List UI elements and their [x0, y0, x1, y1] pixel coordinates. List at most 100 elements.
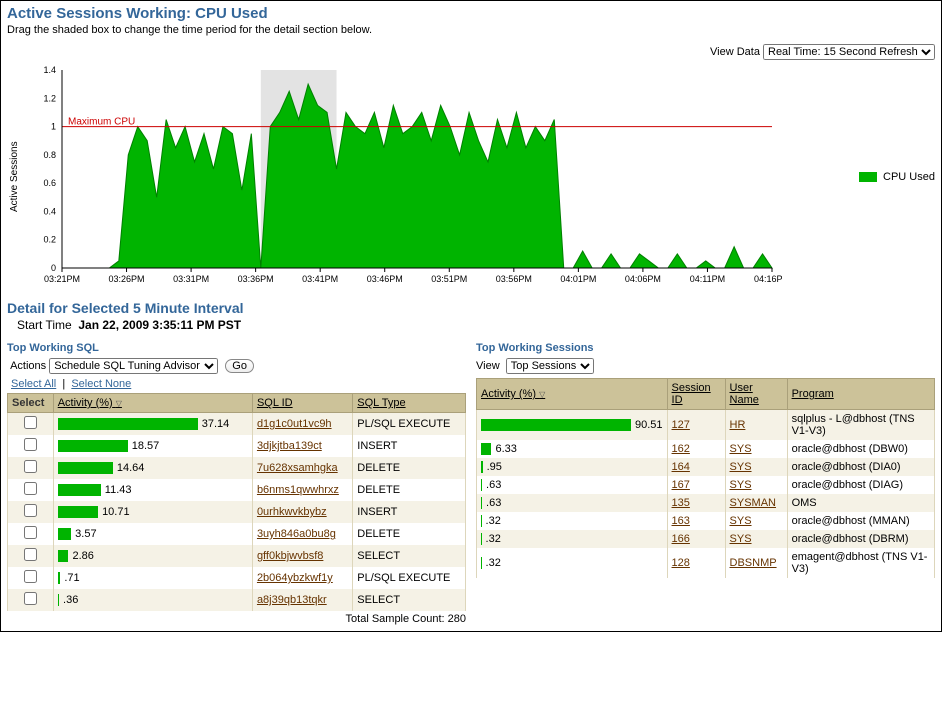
user-name-link[interactable]: SYS: [730, 533, 752, 545]
sql-type: INSERT: [353, 435, 466, 457]
table-row: .63135SYSMANOMS: [477, 494, 935, 512]
row-select-checkbox[interactable]: [24, 482, 37, 495]
row-select-checkbox[interactable]: [24, 460, 37, 473]
view-data-label: View Data: [710, 46, 760, 58]
actions-select[interactable]: Schedule SQL Tuning Advisor: [49, 358, 218, 374]
session-id-link[interactable]: 128: [672, 557, 690, 569]
session-id-link[interactable]: 163: [672, 515, 690, 527]
session-id-link[interactable]: 167: [672, 479, 690, 491]
total-sample-count: Total Sample Count: 280: [7, 613, 466, 625]
col-program[interactable]: Program: [787, 379, 934, 410]
program-name: oracle@dbhost (MMAN): [787, 512, 934, 530]
table-row: .32 128 DBSNMP emagent@dbhost (TNS V1-V3): [477, 548, 935, 578]
sqlid-link[interactable]: gff0kbjwvbsf8: [257, 550, 323, 562]
select-none-link[interactable]: Select None: [71, 378, 131, 390]
sqlid-link[interactable]: b6nms1qwwhrxz: [257, 484, 339, 496]
sort-desc-icon: ▽: [539, 390, 545, 399]
go-button[interactable]: Go: [225, 359, 254, 373]
program-name: oracle@dbhost (DIA0): [787, 458, 934, 476]
sessions-view-select[interactable]: Top Sessions: [506, 358, 594, 374]
col-session-id[interactable]: Session ID: [667, 379, 725, 410]
table-row: 90.51127HRsqlplus - L@dbhost (TNS V1-V3): [477, 410, 935, 441]
yaxis-label: Active Sessions: [7, 62, 22, 292]
sqlid-link[interactable]: 7u628xsamhgka: [257, 462, 338, 474]
sql-type: SELECT: [353, 545, 466, 567]
row-select-checkbox[interactable]: [24, 548, 37, 561]
page-title: Active Sessions Working: CPU Used: [7, 5, 935, 22]
row-select-checkbox[interactable]: [24, 504, 37, 517]
col-sess-activity[interactable]: Activity (%) ▽: [477, 379, 668, 410]
session-id-link[interactable]: 164: [672, 461, 690, 473]
svg-text:03:41PM: 03:41PM: [302, 274, 338, 284]
active-sessions-chart[interactable]: 00.20.40.60.811.21.4Maximum CPU03:21PM03…: [22, 62, 782, 292]
row-select-checkbox[interactable]: [24, 570, 37, 583]
activity-bar: 2.86: [58, 550, 248, 562]
select-all-link[interactable]: Select All: [11, 378, 56, 390]
svg-text:0: 0: [51, 263, 56, 273]
user-name-link[interactable]: HR: [730, 419, 746, 431]
session-id-link[interactable]: 135: [672, 497, 690, 509]
table-row: 6.33162SYSoracle@dbhost (DBW0): [477, 440, 935, 458]
row-select-checkbox[interactable]: [24, 592, 37, 605]
svg-text:0.2: 0.2: [43, 235, 56, 245]
max-cpu-label: Maximum CPU: [68, 117, 135, 128]
user-name-link[interactable]: SYS: [730, 515, 752, 527]
user-name-link[interactable]: SYS: [730, 443, 752, 455]
table-row: .32 166 SYS oracle@dbhost (DBRM): [477, 530, 935, 548]
svg-text:0.4: 0.4: [43, 206, 56, 216]
svg-text:1.2: 1.2: [43, 93, 56, 103]
sqlid-link[interactable]: 0urhkwvkbybz: [257, 506, 327, 518]
program-name: sqlplus - L@dbhost (TNS V1-V3): [787, 410, 934, 441]
row-select-checkbox[interactable]: [24, 416, 37, 429]
activity-bar: .71: [58, 572, 248, 584]
svg-text:0.6: 0.6: [43, 178, 56, 188]
col-sqltype[interactable]: SQL Type: [353, 394, 466, 413]
sql-type: DELETE: [353, 457, 466, 479]
legend-label-cpu: CPU Used: [883, 171, 935, 183]
actions-label: Actions: [10, 360, 46, 372]
activity-bar: .63: [481, 497, 663, 509]
svg-text:03:21PM: 03:21PM: [44, 274, 80, 284]
svg-text:03:56PM: 03:56PM: [496, 274, 532, 284]
table-row: .32 163 SYS oracle@dbhost (MMAN): [477, 512, 935, 530]
activity-bar: .95: [481, 461, 663, 473]
user-name-link[interactable]: SYS: [730, 461, 752, 473]
activity-bar: 3.57: [58, 528, 248, 540]
program-name: emagent@dbhost (TNS V1-V3): [787, 548, 934, 578]
col-sqlid[interactable]: SQL ID: [252, 394, 352, 413]
col-activity[interactable]: Activity (%) ▽: [53, 394, 252, 413]
row-select-checkbox[interactable]: [24, 526, 37, 539]
session-id-link[interactable]: 162: [672, 443, 690, 455]
sort-desc-icon: ▽: [116, 399, 122, 408]
svg-text:03:36PM: 03:36PM: [238, 274, 274, 284]
table-row: .36a8j39qb13tqkrSELECT: [8, 589, 466, 611]
program-name: oracle@dbhost (DBRM): [787, 530, 934, 548]
user-name-link[interactable]: SYSMAN: [730, 497, 776, 509]
svg-text:03:46PM: 03:46PM: [367, 274, 403, 284]
session-id-link[interactable]: 166: [672, 533, 690, 545]
svg-text:0.8: 0.8: [43, 150, 56, 160]
row-select-checkbox[interactable]: [24, 438, 37, 451]
col-user-name[interactable]: User Name: [725, 379, 787, 410]
user-name-link[interactable]: SYS: [730, 479, 752, 491]
session-id-link[interactable]: 127: [672, 419, 690, 431]
area-cpu-used: [62, 84, 772, 268]
svg-text:04:06PM: 04:06PM: [625, 274, 661, 284]
sqlid-link[interactable]: d1g1c0ut1vc9h: [257, 418, 332, 430]
sqlid-link[interactable]: 3uyh846a0bu8g: [257, 528, 336, 540]
activity-bar: .32: [481, 533, 663, 545]
sqlid-link[interactable]: 3djkjtba139ct: [257, 440, 322, 452]
sqlid-link[interactable]: 2b064ybzkwf1y: [257, 572, 333, 584]
activity-bar: .32: [481, 515, 663, 527]
table-row: 14.647u628xsamhgkaDELETE: [8, 457, 466, 479]
table-row: 11.43b6nms1qwwhrxzDELETE: [8, 479, 466, 501]
svg-text:03:31PM: 03:31PM: [173, 274, 209, 284]
view-data-select[interactable]: Real Time: 15 Second Refresh: [763, 44, 935, 60]
sessions-view-label: View: [476, 360, 500, 372]
activity-bar: .32: [481, 557, 663, 569]
user-name-link[interactable]: DBSNMP: [730, 557, 777, 569]
table-row: 2.86 gff0kbjwvbsf8 SELECT: [8, 545, 466, 567]
table-row: 37.14d1g1c0ut1vc9hPL/SQL EXECUTE: [8, 413, 466, 436]
sqlid-link[interactable]: a8j39qb13tqkr: [257, 594, 327, 606]
activity-bar: 37.14: [58, 418, 248, 430]
